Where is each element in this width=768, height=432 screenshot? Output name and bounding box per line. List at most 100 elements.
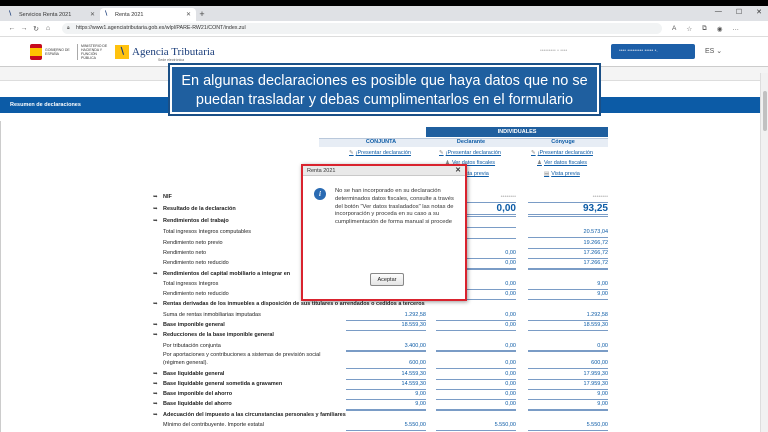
row-value-v2[interactable]: 5.550,00 bbox=[436, 420, 516, 431]
tab-servicios-renta[interactable]: ∖ Servicios Renta 2021 ✕ bbox=[4, 8, 100, 21]
row-value-v3[interactable]: •••••••• bbox=[528, 192, 608, 203]
callout-line-1: En algunas declaraciones es posible que … bbox=[181, 73, 588, 89]
expand-arrow-icon[interactable]: ➥ bbox=[153, 299, 158, 309]
address-toolbar: ← → ↻ ⌂ 🔒︎ https://www1.agenciatributari… bbox=[0, 21, 768, 37]
table-row: ➥ Base imponible del ahorro 9,00 0,00 9,00 bbox=[151, 389, 611, 400]
row-value-v2 bbox=[436, 350, 516, 351]
conyuge-header: Cónyuge bbox=[551, 139, 575, 145]
row-label: Base liquidable del ahorro bbox=[163, 401, 232, 407]
expand-arrow-icon[interactable]: ➥ bbox=[153, 410, 158, 420]
tab-renta-2021[interactable]: ∖ Renta 2021 ✕ bbox=[100, 8, 196, 21]
expand-arrow-icon[interactable]: ➥ bbox=[153, 389, 158, 399]
forward-icon[interactable]: → bbox=[18, 25, 30, 32]
table-row: ➥ Reducciones de la base imponible genera… bbox=[151, 330, 611, 340]
row-value-v3[interactable]: 17.266,72 bbox=[528, 258, 608, 269]
row-label: Rendimiento neto bbox=[163, 250, 207, 256]
tab-close-icon[interactable]: ✕ bbox=[90, 11, 95, 18]
row-label: Rendimientos del capital mobiliario a in… bbox=[163, 271, 291, 277]
expand-arrow-icon[interactable]: ➥ bbox=[153, 192, 158, 202]
row-label: Adecuación del impuesto a las circunstan… bbox=[163, 412, 346, 418]
expand-arrow-icon[interactable]: ➥ bbox=[153, 330, 158, 340]
row-value-v2[interactable]: 0,00 bbox=[436, 399, 516, 410]
more-icon[interactable]: … bbox=[733, 25, 740, 33]
expand-arrow-icon[interactable]: ➥ bbox=[153, 399, 158, 409]
row-label: Total ingresos íntegros bbox=[163, 281, 219, 287]
user-menu-button[interactable]: •••• ••••••••• ••••• •. bbox=[611, 44, 695, 59]
page-scrollbar[interactable] bbox=[760, 73, 768, 432]
row-value-v3 bbox=[528, 269, 608, 270]
user-data-icon: ♟ bbox=[537, 160, 542, 166]
row-label: Rendimientos del trabajo bbox=[163, 218, 229, 224]
maximize-icon[interactable]: ☐ bbox=[736, 8, 742, 16]
ministry-label: MINISTERIO DE HACIENDA Y FUNCIÓN PÚBLICA bbox=[77, 43, 111, 60]
dialog-message: No se han incorporado en su declaración … bbox=[335, 188, 454, 226]
back-icon[interactable]: ← bbox=[6, 25, 18, 32]
close-window-icon[interactable]: ✕ bbox=[756, 8, 762, 16]
aeat-favicon-icon: ∖ bbox=[104, 11, 108, 17]
reload-icon[interactable]: ↻ bbox=[30, 25, 42, 33]
ver-datos-conyuge-link[interactable]: ♟ Ver datos fiscales bbox=[537, 160, 587, 166]
presentar-conjunta-link[interactable]: ✎ ¡Presentar declaración bbox=[349, 150, 411, 156]
aeat-logo[interactable]: ∖ Agencia Tributaria bbox=[115, 44, 215, 59]
row-label: NIF bbox=[163, 194, 172, 200]
read-aloud-icon[interactable]: A bbox=[672, 25, 676, 33]
favorites-icon[interactable]: ☆ bbox=[686, 25, 692, 33]
row-value-v1[interactable]: 9,00 bbox=[346, 399, 426, 410]
profile-icon[interactable]: ◉ bbox=[717, 25, 723, 33]
expand-arrow-icon[interactable]: ➥ bbox=[153, 379, 158, 389]
aeat-favicon-icon: ∖ bbox=[8, 11, 12, 17]
row-value-v3 bbox=[528, 299, 608, 300]
vista-previa-conyuge-link[interactable]: ▤ Vista previa bbox=[544, 171, 580, 177]
lock-icon: 🔒︎ bbox=[67, 25, 70, 31]
tab-bar: ∖ Servicios Renta 2021 ✕ ∖ Renta 2021 ✕ … bbox=[0, 6, 768, 21]
renta-dialog: Renta 2021 ✕ i No se han incorporado en … bbox=[301, 164, 467, 301]
table-row: ➥ Base liquidable general 14.559,30 0,00 17.… bbox=[151, 369, 611, 380]
table-row: ➥ Base imponible general 18.559,30 0,00 18.5… bbox=[151, 320, 611, 331]
callout-line-2: puedan trasladar y debas cumplimentarlos… bbox=[195, 92, 574, 108]
send-icon: ✎ bbox=[439, 150, 444, 156]
accept-button[interactable]: Aceptar bbox=[370, 273, 404, 286]
row-value-v3[interactable]: 20.573,04 bbox=[528, 227, 608, 238]
dialog-title-bar: Renta 2021 ✕ bbox=[303, 166, 465, 176]
browser-tools: A ☆ ⧉ ◉ … bbox=[672, 25, 739, 33]
new-tab-button[interactable]: + bbox=[196, 8, 208, 21]
row-label: Mínimo del contribuyente. Importe estata… bbox=[163, 422, 264, 428]
presentar-conyuge-link[interactable]: ✎ ¡Presentar declaración bbox=[531, 150, 593, 156]
language-select[interactable]: ES ⌄ bbox=[705, 47, 722, 55]
brand-subtitle: Sede electrónica bbox=[158, 58, 185, 62]
dialog-close-icon[interactable]: ✕ bbox=[455, 166, 461, 176]
row-value-v1[interactable]: 5.550,00 bbox=[346, 420, 426, 431]
address-input[interactable]: 🔒︎ https://www1.agenciatributaria.gob.es… bbox=[62, 23, 662, 34]
collections-icon[interactable]: ⧉ bbox=[702, 25, 707, 33]
row-value-v1 bbox=[346, 350, 426, 351]
expand-arrow-icon[interactable]: ➥ bbox=[153, 320, 158, 330]
table-row: ➥ Base liquidable general sometida a grav… bbox=[151, 379, 611, 390]
scrollbar-thumb[interactable] bbox=[763, 91, 767, 131]
expand-arrow-icon[interactable]: ➥ bbox=[153, 204, 158, 214]
row-value-v3 bbox=[528, 216, 608, 217]
expand-arrow-icon[interactable]: ➥ bbox=[153, 269, 158, 279]
send-icon: ✎ bbox=[349, 150, 354, 156]
table-row: ➥ Base liquidable del ahorro 9,00 0,00 9,00 bbox=[151, 399, 611, 410]
send-icon: ✎ bbox=[531, 150, 536, 156]
home-icon[interactable]: ⌂ bbox=[42, 25, 54, 32]
presentar-declarante-link[interactable]: ✎ ¡Presentar declaración bbox=[439, 150, 501, 156]
row-value-v3[interactable]: 9,00 bbox=[528, 399, 608, 410]
tab-close-icon[interactable]: ✕ bbox=[186, 11, 191, 18]
expand-arrow-icon[interactable]: ➥ bbox=[153, 216, 158, 226]
brand-name: Agencia Tributaria bbox=[132, 45, 215, 58]
aeat-mark-icon: ∖ bbox=[115, 44, 129, 59]
table-row: ➥ Adecuación del impuesto a las circunsta… bbox=[151, 410, 611, 420]
row-label: Base liquidable general bbox=[163, 371, 225, 377]
table-row: Mínimo del contribuyente. Importe estata… bbox=[151, 420, 611, 431]
table-row: (régimen general). 600,00 0,00 600,00 bbox=[151, 358, 611, 369]
conjunta-header: CONJUNTA bbox=[365, 139, 397, 145]
expand-arrow-icon[interactable]: ➥ bbox=[153, 369, 158, 379]
row-value-v3[interactable]: 5.550,00 bbox=[528, 420, 608, 431]
row-label: Resultado de la declaración bbox=[163, 206, 236, 212]
minimize-icon[interactable]: — bbox=[715, 8, 722, 16]
row-value-v3[interactable]: 93,25 bbox=[528, 204, 608, 215]
row-value-v3[interactable]: 600,00 bbox=[528, 358, 608, 369]
row-value-v1[interactable]: 600,00 bbox=[346, 358, 426, 369]
row-value-v2[interactable]: 0,00 bbox=[436, 358, 516, 369]
